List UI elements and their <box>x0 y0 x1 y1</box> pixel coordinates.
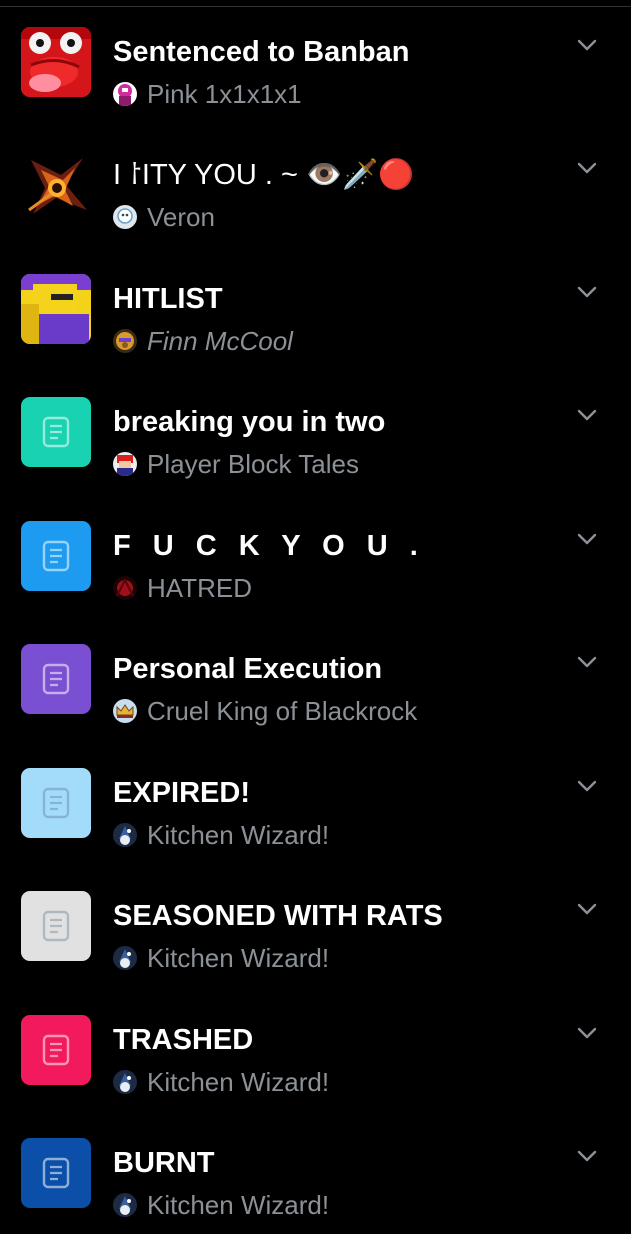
playlist-row[interactable]: HITLIST Finn McCool <box>0 247 631 370</box>
playlist-title[interactable]: SEASONED WITH RATS <box>113 899 443 933</box>
creator-name: Kitchen Wizard! <box>147 819 330 850</box>
chevron-down-icon[interactable] <box>576 1149 598 1163</box>
creator-name: Veron <box>147 201 215 232</box>
chevron-down-icon[interactable] <box>576 38 598 52</box>
playlist-thumbnail-document-icon[interactable] <box>21 768 91 838</box>
creator-name: Kitchen Wizard! <box>147 1066 330 1097</box>
creator-name: Kitchen Wizard! <box>147 942 330 973</box>
creator-name: Finn McCool <box>147 325 293 356</box>
playlist-creator[interactable]: Finn McCool <box>113 325 293 357</box>
playlist-row[interactable]: SEASONED WITH RATS Kitchen Wizard! <box>0 864 631 987</box>
playlist-creator[interactable]: Pink 1x1x1x1 <box>113 78 302 110</box>
chevron-down-icon[interactable] <box>576 285 598 299</box>
playlist-row[interactable]: Personal Execution Cruel King of Blackroc… <box>0 617 631 740</box>
playlist-creator[interactable]: Veron <box>113 201 215 233</box>
playlist-thumbnail-document-icon[interactable] <box>21 891 91 961</box>
playlist-thumbnail[interactable] <box>21 27 91 97</box>
playlist-creator[interactable]: Player Block Tales <box>113 448 359 480</box>
creator-name: Cruel King of Blackrock <box>147 695 418 726</box>
playlist-creator[interactable]: Kitchen Wizard! <box>113 942 329 974</box>
playlist-title[interactable]: breaking you in two <box>113 405 385 439</box>
creator-name: HATRED <box>147 572 252 603</box>
playlist-row[interactable]: breaking you in two Player Block Tales <box>0 370 631 493</box>
creator-avatar <box>113 576 137 600</box>
creator-name: Kitchen Wizard! <box>147 1189 330 1220</box>
chevron-down-icon[interactable] <box>576 902 598 916</box>
chevron-down-icon[interactable] <box>576 655 598 669</box>
creator-avatar <box>113 946 137 970</box>
creator-avatar <box>113 452 137 476</box>
playlist-creator[interactable]: Kitchen Wizard! <box>113 1066 329 1098</box>
creator-avatar <box>113 823 137 847</box>
playlist-creator[interactable]: Cruel King of Blackrock <box>113 695 417 727</box>
creator-avatar <box>113 1193 137 1217</box>
playlist-thumbnail[interactable] <box>21 150 91 220</box>
playlist-creator[interactable]: HATRED <box>113 572 252 604</box>
playlist-title[interactable]: TRASHED <box>113 1023 253 1057</box>
playlist-title[interactable]: Sentenced to Banban <box>113 35 410 69</box>
playlist-row[interactable]: Sentenced to Banban Pink 1x1x1x1 <box>0 0 631 123</box>
playlist-thumbnail-document-icon[interactable] <box>21 521 91 591</box>
playlist-title[interactable]: F U C K Y O U . <box>113 529 425 563</box>
playlist-title[interactable]: BURNT <box>113 1146 215 1180</box>
creator-avatar <box>113 699 137 723</box>
playlist-thumbnail-document-icon[interactable] <box>21 644 91 714</box>
playlist-thumbnail-document-icon[interactable] <box>21 1138 91 1208</box>
playlist-creator[interactable]: Kitchen Wizard! <box>113 819 329 851</box>
chevron-down-icon[interactable] <box>576 408 598 422</box>
creator-name: Player Block Tales <box>147 448 359 479</box>
chevron-down-icon[interactable] <box>576 532 598 546</box>
playlist-row[interactable]: I ⸷ITY YOU . ~ 👁️🗡️🔴 Veron <box>0 123 631 246</box>
playlist-thumbnail-document-icon[interactable] <box>21 1015 91 1085</box>
creator-avatar <box>113 82 137 106</box>
playlist-thumbnail[interactable] <box>21 274 91 344</box>
playlist-title[interactable]: HITLIST <box>113 282 223 316</box>
chevron-down-icon[interactable] <box>576 161 598 175</box>
creator-avatar <box>113 1070 137 1094</box>
creator-name: Pink 1x1x1x1 <box>147 78 302 109</box>
playlist-creator[interactable]: Kitchen Wizard! <box>113 1189 329 1221</box>
playlist-row[interactable]: TRASHED Kitchen Wizard! <box>0 988 631 1111</box>
playlist-row[interactable]: EXPIRED! Kitchen Wizard! <box>0 741 631 864</box>
playlist-row[interactable]: BURNT Kitchen Wizard! <box>0 1111 631 1234</box>
playlist-thumbnail-document-icon[interactable] <box>21 397 91 467</box>
chevron-down-icon[interactable] <box>576 779 598 793</box>
playlist-row[interactable]: F U C K Y O U . HATRED <box>0 494 631 617</box>
playlist-title[interactable]: I ⸷ITY YOU . ~ 👁️🗡️🔴 <box>113 158 414 192</box>
playlist-title[interactable]: Personal Execution <box>113 652 382 686</box>
creator-avatar <box>113 205 137 229</box>
chevron-down-icon[interactable] <box>576 1026 598 1040</box>
playlist-title[interactable]: EXPIRED! <box>113 776 250 810</box>
creator-avatar <box>113 329 137 353</box>
